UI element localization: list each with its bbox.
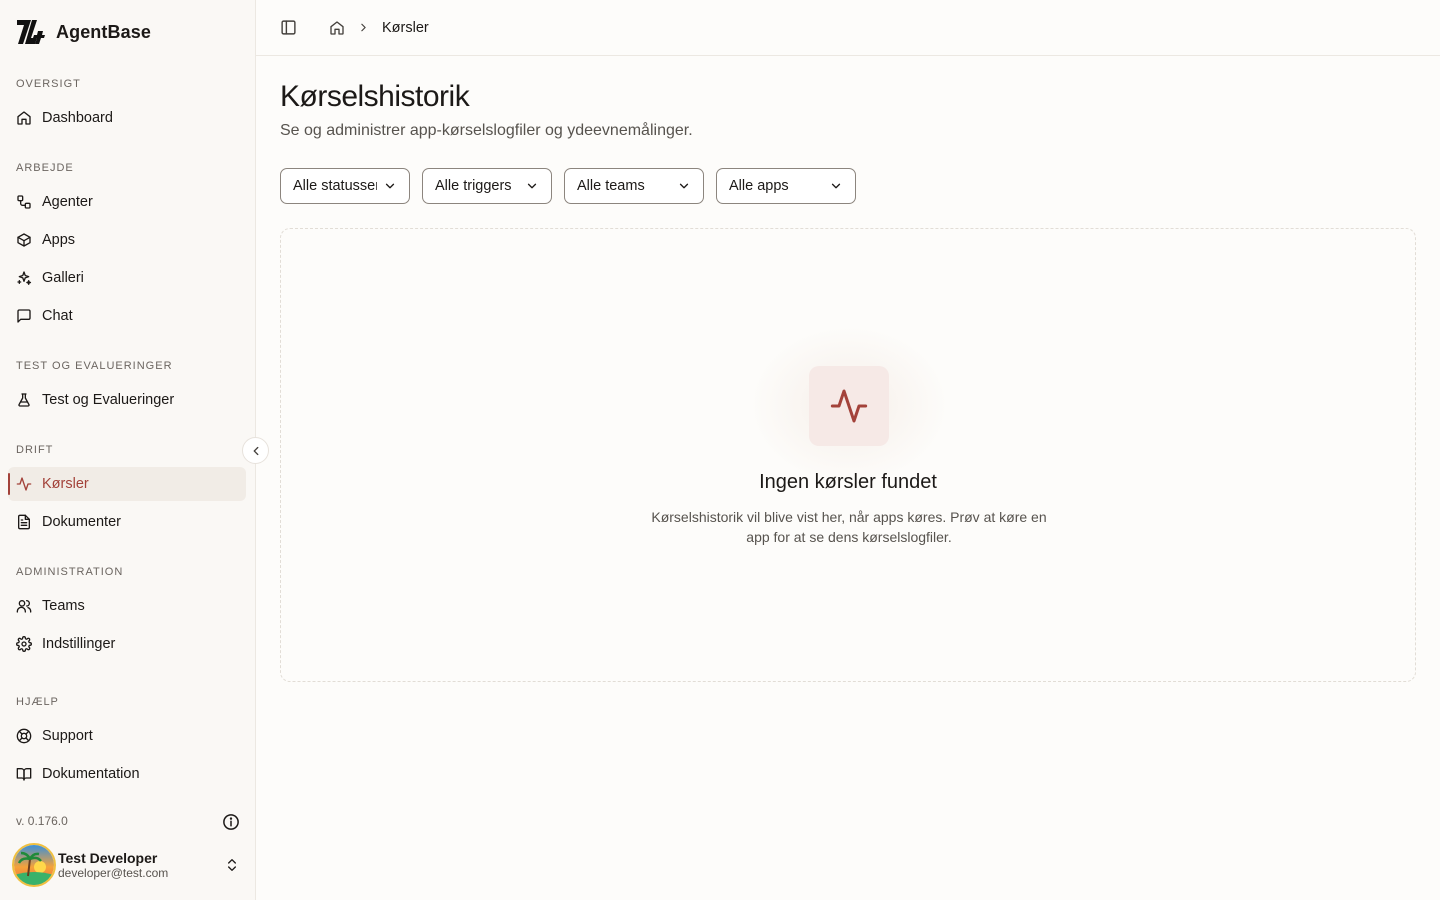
sidebar-item-tests[interactable]: Test og Evalueringer [8, 383, 246, 417]
sidebar-item-label: Apps [42, 232, 76, 248]
breadcrumb-current: Kørsler [382, 19, 429, 36]
sidebar-item-teams[interactable]: Teams [8, 589, 246, 623]
sidebar-item-label: Kørsler [42, 476, 89, 492]
sidebar-item-chat[interactable]: Chat [8, 299, 246, 333]
sidebar-item-label: Agenter [42, 194, 93, 210]
sidebar-item-docs[interactable]: Dokumentation [8, 757, 246, 791]
sidebar-item-label: Dokumenter [42, 514, 121, 530]
sidebar-item-apps[interactable]: Apps [8, 223, 246, 257]
team-filter-select[interactable]: Alle teams [564, 168, 704, 204]
topbar: Kørsler [256, 0, 1440, 56]
empty-state-icon-tile [809, 366, 889, 446]
sidebar-item-label: Indstillinger [42, 636, 116, 652]
sidebar-item-label: Dashboard [42, 110, 113, 126]
status-filter-select[interactable]: Alle statusser [280, 168, 410, 204]
book-open-icon [16, 768, 32, 781]
avatar [12, 843, 56, 887]
agentbase-logo-icon [16, 18, 46, 46]
home-icon [17, 111, 31, 125]
activity-icon [830, 389, 868, 423]
sidebar-item-dashboard[interactable]: Dashboard [8, 101, 246, 135]
home-icon[interactable] [329, 20, 345, 36]
workflow-icon [17, 195, 31, 209]
sidebar-item-label: Teams [42, 598, 85, 614]
chevron-left-icon [253, 446, 258, 455]
sidebar-item-label: Test og Evalueringer [42, 392, 175, 408]
sidebar-item-label: Dokumentation [42, 766, 140, 782]
sidebar-item-label: Chat [42, 308, 73, 324]
app-filter-select[interactable]: Alle apps [716, 168, 856, 204]
user-name: Test Developer [58, 850, 158, 866]
chevron-right-icon [361, 23, 366, 32]
chevron-down-icon [527, 183, 537, 189]
box-icon [17, 233, 31, 247]
brand[interactable]: AgentBase [16, 18, 151, 46]
chevrons-up-down-icon [228, 859, 236, 871]
trigger-filter-value: Alle triggers [435, 178, 512, 194]
user-menu[interactable]: Test Developer developer@test.com [12, 842, 248, 888]
sidebar-toggle-icon[interactable] [280, 19, 297, 36]
gear-icon [16, 636, 32, 652]
chevron-down-icon [679, 183, 689, 189]
page-title: Kørselshistorik [280, 80, 470, 113]
section-label-ops: DRIFT [16, 444, 54, 456]
status-filter-value: Alle statusser [293, 178, 377, 194]
section-label-help: HJÆLP [16, 696, 59, 708]
flask-icon [18, 393, 30, 407]
activity-icon [16, 477, 32, 491]
brand-name: AgentBase [56, 21, 151, 42]
sparkles-icon [17, 271, 32, 285]
empty-state-title: Ingen kørsler fundet [759, 471, 937, 493]
section-label-admin: ADMINISTRATION [16, 566, 124, 578]
sidebar: AgentBase OVERSIGT Dashboard ARBEJDE Age… [0, 0, 256, 900]
trigger-filter-select[interactable]: Alle triggers [422, 168, 552, 204]
section-label-overview: OVERSIGT [16, 78, 81, 90]
sidebar-item-runs[interactable]: Kørsler [8, 467, 246, 501]
chevron-down-icon [385, 183, 395, 189]
user-email: developer@test.com [58, 866, 169, 880]
sidebar-item-documents[interactable]: Dokumenter [8, 505, 246, 539]
app-version: v. 0.176.0 [16, 814, 68, 828]
info-icon[interactable] [222, 813, 240, 831]
sidebar-item-agents[interactable]: Agenter [8, 185, 246, 219]
app-filter-value: Alle apps [729, 178, 789, 194]
sidebar-item-support[interactable]: Support [8, 719, 246, 753]
file-text-icon [18, 514, 30, 530]
empty-state-description: Kørselshistorik vil blive vist her, når … [651, 509, 1047, 545]
collapse-sidebar-button[interactable] [242, 437, 269, 464]
sidebar-item-gallery[interactable]: Galleri [8, 261, 246, 295]
page-subtitle: Se og administrer app-kørselslogfiler og… [280, 122, 693, 139]
chevron-down-icon [831, 183, 841, 189]
section-label-work: ARBEJDE [16, 162, 74, 174]
message-square-icon [17, 309, 31, 323]
section-label-test: TEST OG EVALUERINGER [16, 360, 173, 372]
sidebar-item-label: Galleri [42, 270, 84, 286]
life-buoy-icon [16, 728, 32, 744]
empty-state-card: Ingen kørsler fundet Kørselshistorik vil… [280, 228, 1416, 682]
users-icon [16, 600, 32, 613]
sidebar-item-label: Support [42, 728, 93, 744]
team-filter-value: Alle teams [577, 178, 645, 194]
sidebar-item-settings[interactable]: Indstillinger [8, 627, 246, 661]
